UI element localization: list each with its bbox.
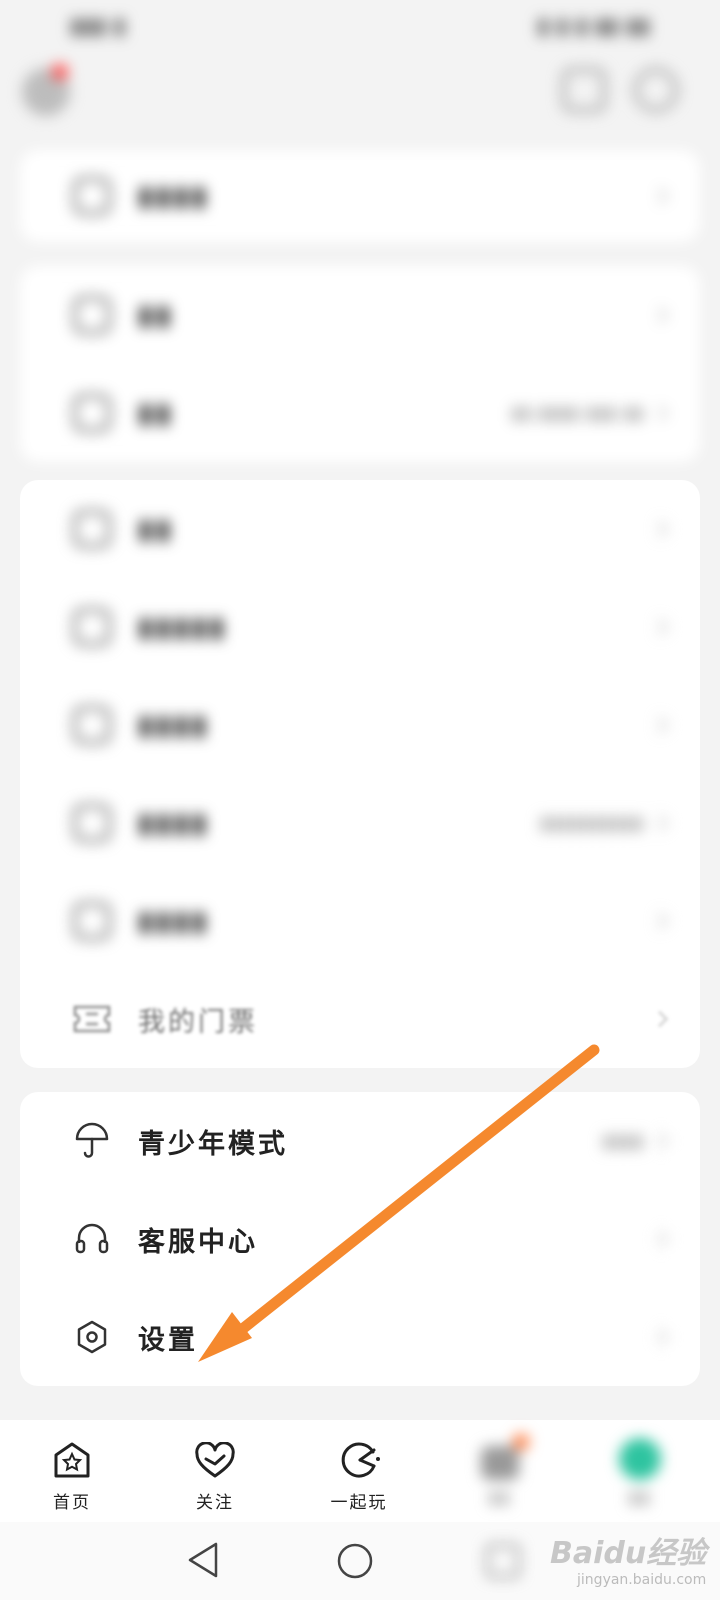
status-bar: ▮▮▮ ▮ ▮ ▮ ▮ ▮▮ ▮▮ <box>0 0 720 52</box>
avatar-icon <box>585 1430 695 1480</box>
nav-me[interactable]: ▮▮ <box>585 1430 695 1508</box>
home-icon <box>17 1430 127 1480</box>
back-icon[interactable] <box>186 1540 220 1580</box>
status-right: ▮ ▮ ▮ ▮▮ ▮▮ <box>537 13 650 39</box>
menu-row-label: 客服中心 <box>138 1226 258 1258</box>
system-card: 青少年模式 ▮▮▮▮ 客服中心 设置 <box>20 1092 700 1386</box>
chevron-right-icon <box>651 187 669 205</box>
menu-row-orders[interactable]: ▮▮ ▮▮ ▮▮▮▮ ▮▮▮ ▮▮ <box>20 364 700 462</box>
services-card: ▮▮ ▮▮▮▮▮ ▮▮▮▮ ▮▮▮▮ ▮▮▮▮▮▮▮▮▮▮ ▮▮▮▮ 我的门票 <box>20 480 700 1068</box>
menu-row-creator-center[interactable]: ▮▮▮▮ <box>20 150 700 242</box>
menu-row-item-5[interactable]: ▮▮▮▮ <box>20 872 700 970</box>
nav-label: ▮▮ <box>628 1488 652 1508</box>
wallet-card: ▮▮ ▮▮ ▮▮ ▮▮▮▮ ▮▮▮ ▮▮ <box>20 266 700 462</box>
menu-row-label: ▮▮▮▮ <box>138 807 210 839</box>
home-button-icon[interactable] <box>336 1542 374 1580</box>
creator-card: ▮▮▮▮ <box>20 150 700 242</box>
nav-label: 首页 <box>53 1493 91 1513</box>
gear-icon <box>72 1317 112 1357</box>
chevron-right-icon <box>651 404 669 422</box>
scan-icon[interactable] <box>562 68 606 112</box>
bag-icon <box>72 901 112 941</box>
watermark-logo: Baidu经验 jingyan.baidu.com <box>550 1528 706 1588</box>
nav-home[interactable]: 首页 <box>17 1430 127 1513</box>
theme-icon[interactable] <box>634 68 678 112</box>
nav-play[interactable]: 一起玩 <box>304 1430 414 1513</box>
status-left: ▮▮▮ ▮ <box>70 13 126 39</box>
chevron-right-icon <box>651 814 669 832</box>
bottom-nav: 首页 关注 一起玩 ▮▮ ▮▮ <box>0 1420 720 1522</box>
menu-row-label: ▮▮ <box>138 299 174 331</box>
menu-row-label: 设置 <box>138 1324 198 1356</box>
menu-row-label: ▮▮ <box>138 513 174 545</box>
chevron-right-icon <box>651 716 669 734</box>
wallet-icon <box>72 295 112 335</box>
card-icon <box>72 803 112 843</box>
menu-row-label: ▮▮ <box>138 397 174 429</box>
clock-icon <box>72 509 112 549</box>
chevron-right-icon <box>651 912 669 930</box>
heart-icon <box>160 1430 270 1480</box>
nav-follow[interactable]: 关注 <box>160 1430 270 1513</box>
menu-row-settings[interactable]: 设置 <box>20 1288 700 1386</box>
notification-dot <box>52 64 68 80</box>
menu-row-wallet[interactable]: ▮▮ <box>20 266 700 364</box>
ticket-icon <box>72 999 112 1039</box>
message-icon <box>445 1430 555 1480</box>
menu-row-value: ▮▮ ▮▮▮▮ ▮▮▮ ▮▮ <box>510 402 644 424</box>
chevron-right-icon <box>651 618 669 636</box>
menu-row-label: ▮▮▮▮ <box>138 709 210 741</box>
nav-messages[interactable]: ▮▮ <box>445 1430 555 1508</box>
menu-row-item-4[interactable]: ▮▮▮▮ ▮▮▮▮▮▮▮▮▮▮ <box>20 774 700 872</box>
star-icon <box>72 607 112 647</box>
gamepad-icon <box>304 1430 414 1480</box>
chevron-right-icon <box>651 1230 669 1248</box>
top-bar <box>0 56 720 132</box>
menu-row-label: ▮▮▮▮▮ <box>138 611 228 643</box>
menu-row-item-3[interactable]: ▮▮▮▮ <box>20 676 700 774</box>
menu-row-my-tickets[interactable]: 我的门票 <box>20 970 700 1068</box>
nav-label: 一起玩 <box>330 1493 388 1513</box>
chevron-right-icon <box>651 520 669 538</box>
menu-row-label: ▮▮▮▮ <box>138 905 210 937</box>
nav-label: 关注 <box>196 1493 234 1513</box>
menu-row-teen-mode[interactable]: 青少年模式 ▮▮▮▮ <box>20 1092 700 1190</box>
menu-row-favorites[interactable]: ▮▮▮▮▮ <box>20 578 700 676</box>
menu-row-label: ▮▮▮▮ <box>138 180 210 212</box>
watermark-url: jingyan.baidu.com <box>577 1572 707 1588</box>
edit-icon <box>72 176 112 216</box>
recents-icon[interactable] <box>486 1544 520 1578</box>
nav-label: ▮▮ <box>488 1488 512 1508</box>
menu-row-customer-service[interactable]: 客服中心 <box>20 1190 700 1288</box>
umbrella-icon <box>72 1121 112 1161</box>
chevron-right-icon <box>651 306 669 324</box>
chevron-right-icon <box>651 1132 669 1150</box>
menu-row-label: 我的门票 <box>138 1006 258 1038</box>
menu-row-value: ▮▮▮▮ <box>602 1130 644 1152</box>
menu-row-value: ▮▮▮▮▮▮▮▮▮▮ <box>539 812 644 834</box>
menu-row-label: 青少年模式 <box>138 1128 288 1160</box>
order-icon <box>72 393 112 433</box>
menu-row-history[interactable]: ▮▮ <box>20 480 700 578</box>
chevron-right-icon <box>651 1010 669 1028</box>
chevron-right-icon <box>651 1328 669 1346</box>
headset-icon <box>72 1219 112 1259</box>
people-icon <box>72 705 112 745</box>
watermark-brand: Baidu经验 <box>550 1536 707 1571</box>
